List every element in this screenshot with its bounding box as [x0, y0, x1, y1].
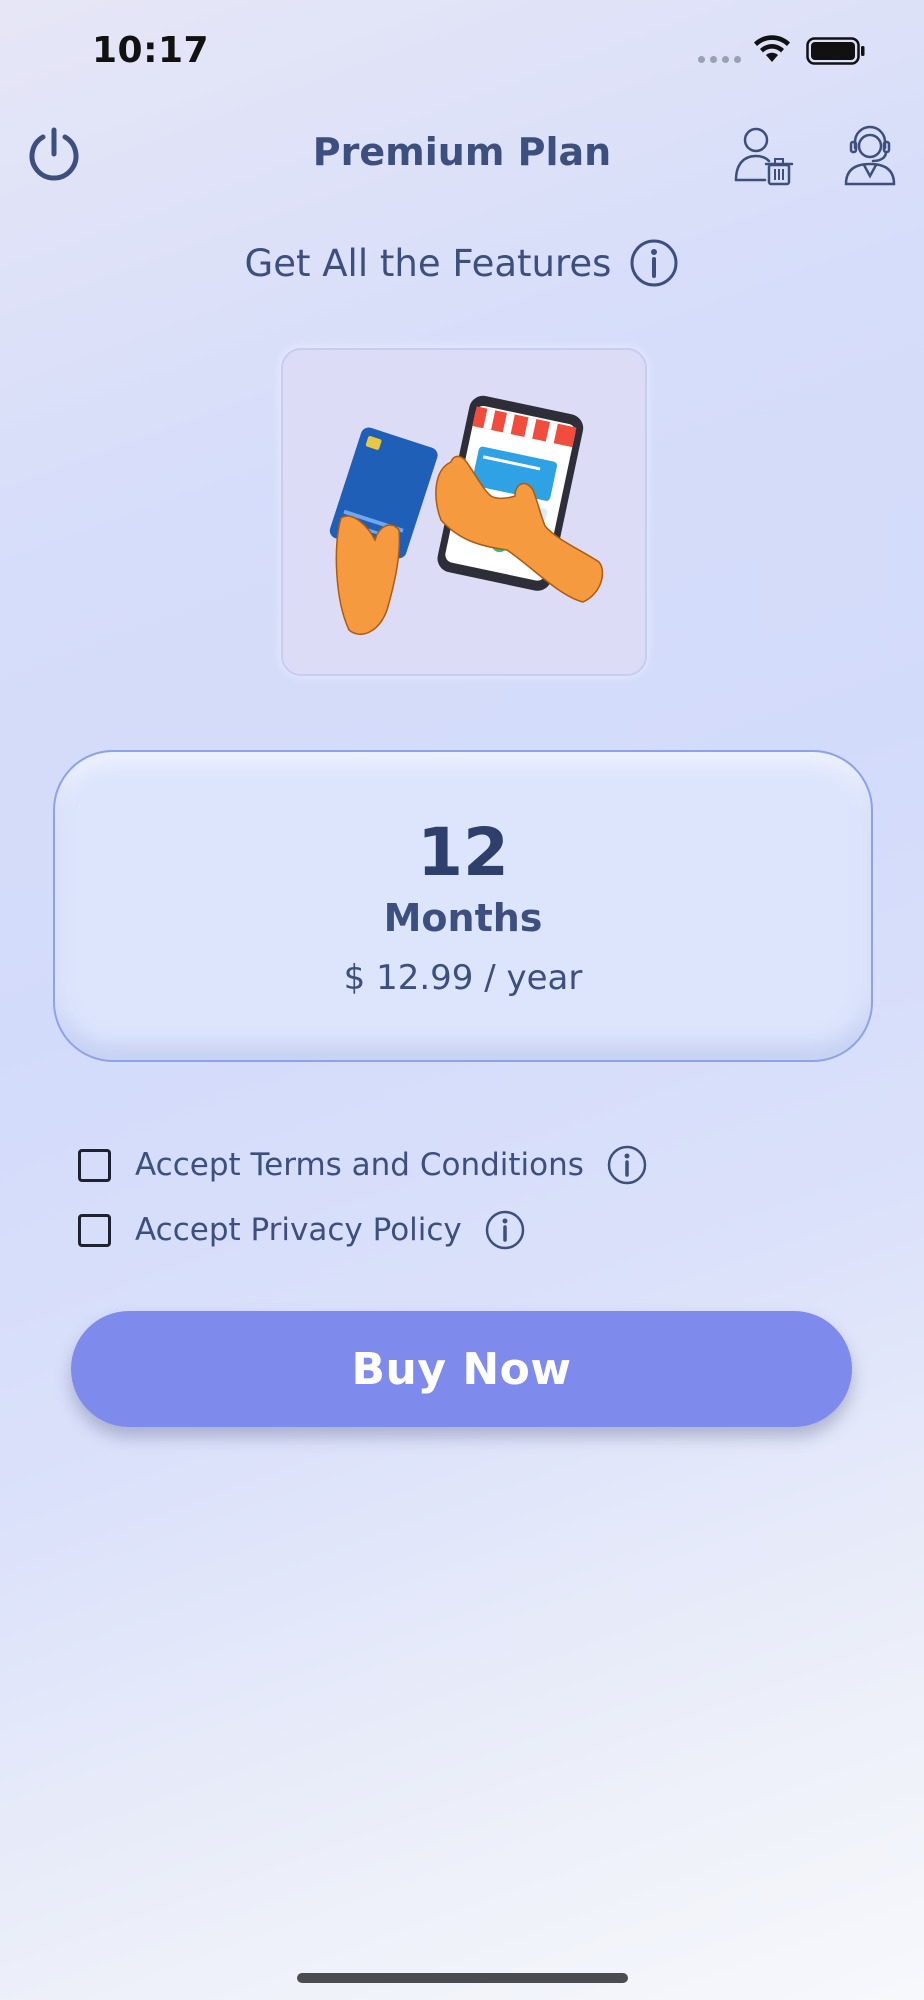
privacy-label[interactable]: Accept Privacy Policy: [135, 1212, 462, 1248]
plan-option-card[interactable]: 12 Months $ 12.99 / year: [53, 750, 873, 1062]
wifi-icon: [754, 35, 790, 62]
features-subtitle-row: Get All the Features: [0, 238, 924, 288]
plan-price: $ 12.99 / year: [343, 958, 583, 998]
features-info-button[interactable]: [629, 238, 679, 288]
features-subtitle: Get All the Features: [244, 241, 612, 285]
buy-now-button[interactable]: Buy Now: [71, 1311, 852, 1427]
plan-duration-unit: Months: [383, 896, 543, 940]
plan-duration-number: 12: [417, 814, 509, 891]
privacy-checkbox[interactable]: [78, 1213, 111, 1247]
terms-row: Accept Terms and Conditions: [78, 1144, 648, 1186]
delete-account-button[interactable]: [732, 124, 794, 186]
user-trash-icon: [734, 127, 794, 186]
status-time: 10:17: [92, 30, 210, 71]
info-icon: [630, 239, 678, 287]
info-icon: [485, 1210, 525, 1250]
home-indicator[interactable]: [297, 1973, 628, 1983]
info-icon: [607, 1145, 647, 1185]
customer-support-button[interactable]: [840, 124, 900, 186]
battery-icon: [806, 37, 865, 65]
privacy-row: Accept Privacy Policy: [78, 1209, 526, 1251]
payment-illustration: [281, 348, 647, 676]
cellular-signal-icon: [698, 56, 741, 63]
customer-support-icon: [844, 125, 896, 186]
terms-label[interactable]: Accept Terms and Conditions: [135, 1147, 584, 1183]
terms-info-button[interactable]: [606, 1144, 648, 1186]
privacy-info-button[interactable]: [484, 1209, 526, 1251]
terms-checkbox[interactable]: [78, 1148, 111, 1182]
phone-payment-image: [329, 395, 604, 635]
